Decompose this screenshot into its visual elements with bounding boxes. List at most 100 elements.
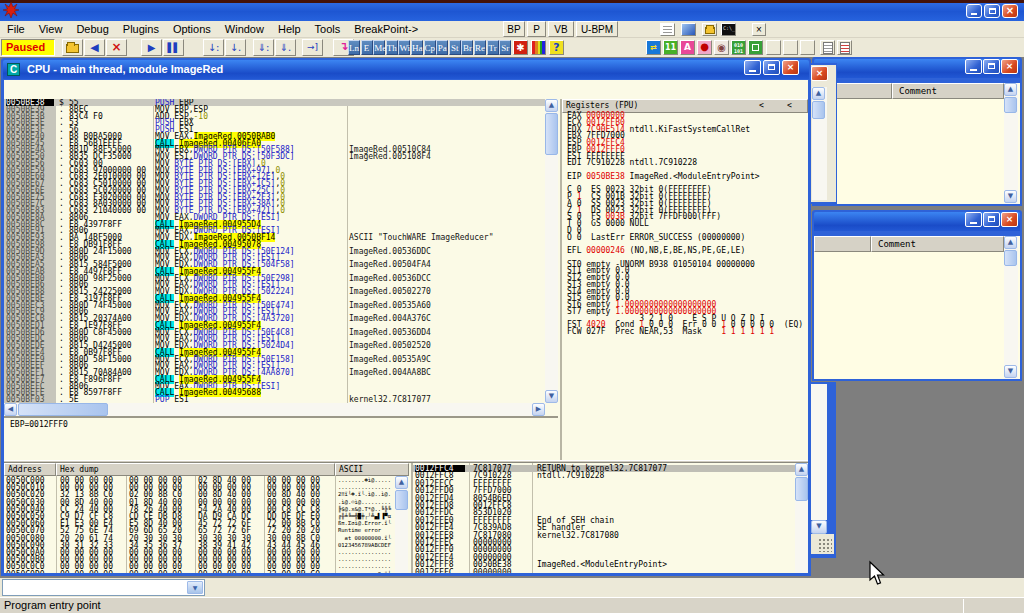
options-icon[interactable]: ✱ xyxy=(513,40,528,55)
cpu-close[interactable]: × xyxy=(782,60,799,75)
assemble-icon[interactable]: A xyxy=(680,40,695,55)
dump-vscrollbar[interactable]: ▲ xyxy=(395,476,408,573)
comment-window-2-minimize[interactable] xyxy=(965,212,982,227)
comment-window-2-restore[interactable] xyxy=(983,212,1000,227)
combo-dropdown-icon[interactable]: ▼ xyxy=(187,581,203,594)
dump-pane[interactable]: Address Hex dump ASCII 0050C00000 00 00 … xyxy=(4,463,409,573)
register-line[interactable]: EFL 00000246 (NO,NB,E,BE,NS,PE,GE,LE) xyxy=(567,247,745,254)
help-icon[interactable]: ? xyxy=(549,40,564,55)
menu-tools[interactable]: Tools xyxy=(308,21,348,38)
blank-button-3[interactable] xyxy=(800,40,815,55)
go-back-icon[interactable]: ◀ xyxy=(84,39,105,56)
comment-window-1-close[interactable]: × xyxy=(1001,59,1018,74)
console-icon[interactable]: C:\_ xyxy=(721,23,736,36)
disassembly-pane[interactable]: 0050BE38$55PUSH EBP0050BE39.8BECMOV EBP,… xyxy=(4,99,545,403)
toolbar-st-button[interactable]: St xyxy=(449,40,461,55)
trace-log-icon[interactable]: ◉ xyxy=(714,40,729,55)
menu-help[interactable]: Help xyxy=(271,21,308,38)
pause-icon[interactable]: ▌▌ xyxy=(163,39,184,56)
toolbar-e-button[interactable]: E xyxy=(361,40,373,55)
watch-icon[interactable]: 11 xyxy=(663,40,678,55)
menu-breakpoint[interactable]: BreakPoint-> xyxy=(347,21,425,38)
title-bar[interactable] xyxy=(0,0,1024,21)
toolbar-re-button[interactable]: Re xyxy=(474,40,486,55)
binary-icon[interactable]: 010101 xyxy=(731,40,746,55)
notes-icon[interactable] xyxy=(660,23,675,36)
stack-row[interactable]: 0012FFEC00000000 xyxy=(413,539,798,546)
menu-button-vb[interactable]: VB xyxy=(548,21,574,37)
stack-row[interactable]: 0012FFE0FFFFFFFFEnd of SEH chain xyxy=(413,517,798,524)
hidden-window-2-scroll-down[interactable]: ▼ xyxy=(811,520,827,534)
cpu-window-titlebar[interactable]: C CPU - main thread, module ImageRed xyxy=(3,60,809,79)
close-bar-icon[interactable]: × xyxy=(752,23,766,36)
resize-grip[interactable] xyxy=(818,538,832,552)
patch-doc-icon[interactable] xyxy=(837,40,852,55)
comment-window-1-scrollbar[interactable]: ▲ ▼ xyxy=(1004,83,1018,204)
toolbar-sr-button[interactable]: Sr xyxy=(499,40,511,55)
toolbar-br-button[interactable]: Br xyxy=(461,40,473,55)
memory-icon[interactable] xyxy=(681,23,696,36)
disassembly-vscrollbar[interactable]: ▲ ▼ xyxy=(545,99,558,403)
close-program-icon[interactable]: × xyxy=(106,39,127,56)
restore-button[interactable] xyxy=(984,4,1000,18)
toolbar-tr-button[interactable]: Tr xyxy=(487,40,499,55)
breakpoint-icon[interactable]: ● xyxy=(697,40,712,55)
menu-plugins[interactable]: Plugins xyxy=(116,21,166,38)
hidden-window-scrollbar[interactable]: ▲ xyxy=(812,87,827,200)
step-over-icon[interactable]: ↓. xyxy=(225,39,246,56)
menu-debug[interactable]: Debug xyxy=(69,21,115,38)
stack-row[interactable]: 0012FFC87C910228ntdll.7C910228 xyxy=(413,472,798,479)
swap-icon[interactable]: ⇄ xyxy=(646,40,661,55)
disassembly-hscrollbar[interactable]: ◀ ▶ xyxy=(4,403,545,416)
comment-window-1[interactable]: × Comment ▲ ▼ xyxy=(812,57,1022,206)
toolbar-pa-button[interactable]: Pa xyxy=(436,40,448,55)
comment-window-1-restore[interactable] xyxy=(983,59,1000,74)
menu-button-p[interactable]: P xyxy=(527,21,546,37)
toolbar-me-button[interactable]: Me xyxy=(373,40,385,55)
stack-row[interactable]: 0012FFF000000000 xyxy=(413,546,798,553)
stack-row[interactable]: 0012FFD07FFD7000 xyxy=(413,487,798,494)
menu-file[interactable]: File xyxy=(0,21,32,38)
registers-pane[interactable]: Registers (FPU)<< EAX 00000000ECX 0012FF… xyxy=(560,99,808,461)
register-line[interactable]: EDI 7C910228 ntdll.7C910228 xyxy=(567,159,697,166)
trace-into-icon[interactable]: ⇓: xyxy=(253,39,274,56)
toolbar-ha-button[interactable]: Ha xyxy=(411,40,423,55)
menu-window[interactable]: Window xyxy=(218,21,271,38)
menu-options[interactable]: Options xyxy=(166,21,218,38)
toolbar-wi-button[interactable]: Wi xyxy=(398,40,410,55)
dump-header-hex[interactable]: Hex dump xyxy=(56,463,335,476)
trace-over-icon[interactable]: ⇓. xyxy=(275,39,296,56)
stack-row[interactable]: 0012FFF80050BE38ImageRed.<ModuleEntryPoi… xyxy=(413,561,798,568)
register-line[interactable]: FCW 027F Prec NEAR,53 Mask 1 1 1 1 1 1 xyxy=(567,328,774,335)
comment-window-2-scrollbar[interactable]: ▲ ▼ xyxy=(1004,236,1018,379)
cpu-minimize[interactable] xyxy=(744,60,761,75)
stack-pane[interactable]: 0012FFC47C817077RETURN to kernel32.7C817… xyxy=(411,463,808,573)
cpu-window[interactable]: C CPU - main thread, module ImageRed × 0… xyxy=(1,58,811,576)
stack-row[interactable]: 0012FFE87C817080kernel32.7C817080 xyxy=(413,532,798,539)
run-icon[interactable]: ▶ xyxy=(141,39,162,56)
comment-window-1-comment-header[interactable]: Comment xyxy=(892,83,1004,99)
hidden-window-2-scrollbar[interactable] xyxy=(811,384,827,520)
stack-row[interactable]: 0012FFD80012FFC8 xyxy=(413,502,798,509)
open-file-icon[interactable] xyxy=(62,39,83,56)
close-button[interactable]: × xyxy=(1002,4,1018,18)
hidden-window-close[interactable]: × xyxy=(811,66,828,81)
execute-till-return-icon[interactable]: →] xyxy=(302,39,323,56)
comment-window-2-col1-header[interactable] xyxy=(814,236,871,252)
log-doc-icon[interactable] xyxy=(820,40,835,55)
menu-button-bp[interactable]: BP xyxy=(503,21,525,37)
stack-row[interactable]: 0012FFFC00000000 xyxy=(413,569,798,573)
comment-window-1-minimize[interactable] xyxy=(965,59,982,74)
toolbar-cp-button[interactable]: Cp xyxy=(424,40,436,55)
disasm-row[interactable]: 0050BF03.5EPOP ESIkernel32.7C817077 xyxy=(4,396,545,403)
blank-button-1[interactable] xyxy=(766,40,781,55)
dump-header-ascii[interactable]: ASCII xyxy=(335,463,409,476)
info-pane[interactable]: EBP=0012FFF0 xyxy=(4,416,558,460)
toolbar-th-button[interactable]: Th xyxy=(386,40,398,55)
minimize-button[interactable] xyxy=(966,4,982,18)
stack-vscrollbar[interactable]: ▲ ▼ xyxy=(795,463,808,573)
hidden-window-edge-bottom[interactable]: ▼ xyxy=(808,382,836,558)
dump-header-address[interactable]: Address xyxy=(4,463,56,476)
register-line[interactable]: EIP 0050BE38 ImageRed.<ModuleEntryPoint> xyxy=(567,173,760,180)
comment-window-2[interactable]: × Comment ▲ ▼ xyxy=(812,210,1022,381)
